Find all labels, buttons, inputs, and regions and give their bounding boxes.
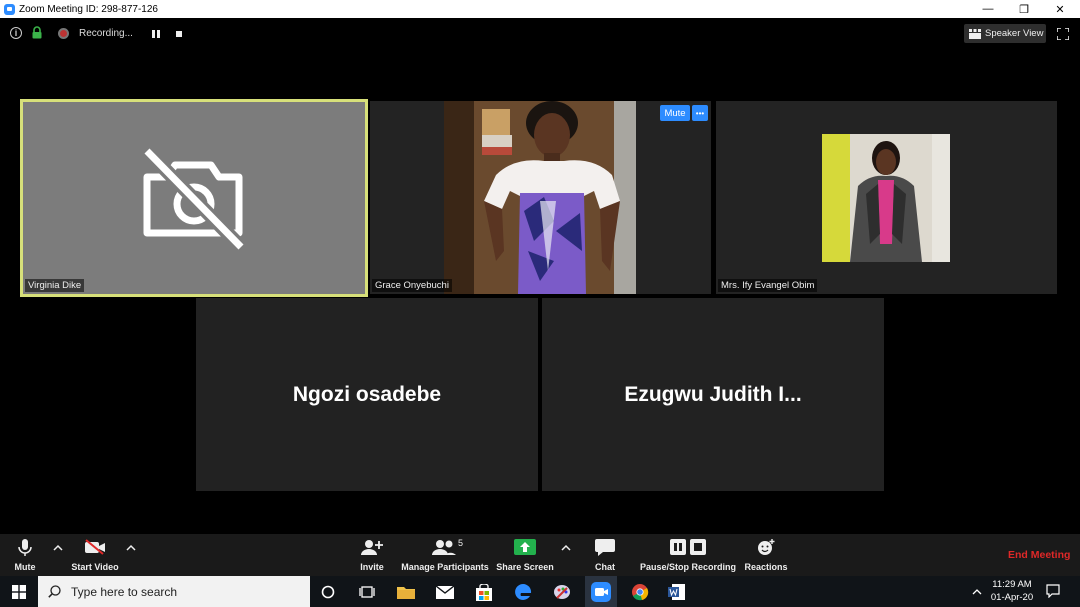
- zoom-logo-icon: [4, 3, 15, 15]
- window-title: Zoom Meeting ID: 298-877-126: [19, 3, 158, 15]
- chat-button[interactable]: Chat: [588, 534, 622, 576]
- participant-tile[interactable]: Mrs. Ify Evangel Obim: [716, 101, 1057, 294]
- cortana-icon[interactable]: [316, 580, 340, 604]
- participant-video: [822, 134, 950, 262]
- participant-name: Ngozi osadebe: [292, 382, 442, 406]
- participant-count: 5: [458, 538, 464, 548]
- meeting-top-bar: i Recording... Speaker View: [0, 18, 1080, 48]
- store-icon[interactable]: [472, 580, 496, 604]
- meeting-controls: Mute Start Video Invite 5 Manage Partici…: [0, 534, 1080, 576]
- paint-icon[interactable]: [550, 580, 574, 604]
- participant-tile[interactable]: Ezugwu Judith I...: [542, 298, 884, 491]
- file-explorer-icon[interactable]: [394, 580, 418, 604]
- share-screen-icon: [514, 539, 536, 555]
- recording-status: Recording...: [79, 28, 133, 39]
- participant-tile[interactable]: Mute ••• Grace Onyebuchi: [370, 101, 711, 294]
- clock-date: 01-Apr-20: [990, 592, 1034, 603]
- participant-name: Grace Onyebuchi: [372, 279, 452, 292]
- close-button[interactable]: ✕: [1042, 0, 1078, 18]
- word-icon[interactable]: [665, 580, 689, 604]
- zoom-window: Zoom Meeting ID: 298-877-126 — ❐ ✕ i Rec…: [0, 0, 1080, 607]
- mute-participant-button[interactable]: Mute: [660, 105, 690, 121]
- share-screen-label: Share Screen: [496, 562, 554, 572]
- minimize-button[interactable]: —: [970, 0, 1006, 18]
- speaker-view-icon: [969, 28, 981, 39]
- share-screen-button[interactable]: Share Screen: [496, 534, 554, 576]
- participants-icon: [432, 540, 456, 555]
- start-video-button[interactable]: Start Video: [66, 534, 124, 576]
- title-bar: Zoom Meeting ID: 298-877-126 — ❐ ✕: [0, 0, 1080, 18]
- taskbar-clock[interactable]: 11:29 AM 01-Apr-20: [988, 578, 1036, 604]
- video-options-caret-icon[interactable]: [126, 544, 136, 552]
- participant-name: Virginia Dike: [25, 279, 85, 292]
- share-options-caret-icon[interactable]: [561, 544, 571, 552]
- mute-label: Mute: [14, 562, 36, 572]
- taskbar-search-input[interactable]: Type here to search: [38, 576, 310, 607]
- fullscreen-icon[interactable]: [1057, 28, 1069, 40]
- recording-dot-icon: [58, 28, 69, 39]
- chat-bubble-icon: [595, 539, 615, 556]
- encryption-lock-icon[interactable]: [32, 26, 42, 39]
- meeting-info-icon[interactable]: i: [10, 27, 22, 39]
- windows-taskbar: Type here to search 11:29 AM 01-Apr-20: [0, 576, 1080, 607]
- end-meeting-button[interactable]: End Meeting: [1008, 549, 1070, 561]
- search-icon: [48, 585, 61, 598]
- search-placeholder: Type here to search: [71, 584, 178, 599]
- smiley-plus-icon: [758, 539, 775, 555]
- video-off-icon: [85, 539, 105, 555]
- task-view-icon[interactable]: [355, 580, 379, 604]
- restore-button[interactable]: ❐: [1006, 0, 1042, 18]
- zoom-taskbar-icon[interactable]: [585, 576, 617, 607]
- stop-recording-icon[interactable]: [176, 31, 182, 37]
- pause-stop-recording-icon: [670, 539, 706, 555]
- video-off-icon: [141, 147, 247, 251]
- mute-button[interactable]: Mute: [6, 534, 44, 576]
- manage-participants-button[interactable]: 5 Manage Participants: [400, 534, 490, 576]
- participant-tile[interactable]: Virginia Dike: [20, 99, 368, 297]
- clock-time: 11:29 AM: [992, 579, 1032, 590]
- start-video-label: Start Video: [71, 562, 119, 572]
- audio-options-caret-icon[interactable]: [53, 544, 63, 552]
- invite-button[interactable]: Invite: [355, 534, 389, 576]
- participant-tile[interactable]: Ngozi osadebe: [196, 298, 538, 491]
- chat-label: Chat: [595, 562, 615, 572]
- start-button[interactable]: [0, 576, 38, 607]
- participant-video: [444, 101, 636, 294]
- more-options-button[interactable]: •••: [692, 105, 708, 121]
- reactions-button[interactable]: Reactions: [742, 534, 790, 576]
- invite-label: Invite: [360, 562, 384, 572]
- speaker-view-label: Speaker View: [985, 28, 1044, 39]
- pause-stop-recording-button[interactable]: Pause/Stop Recording: [638, 534, 738, 576]
- microphone-icon: [18, 539, 32, 556]
- reactions-label: Reactions: [744, 562, 788, 572]
- participant-name: Ezugwu Judith I...: [624, 382, 802, 406]
- notifications-icon[interactable]: [1046, 584, 1060, 598]
- show-hidden-icons-caret-icon[interactable]: [972, 588, 982, 596]
- participant-name: Mrs. Ify Evangel Obim: [718, 279, 818, 292]
- edge-icon[interactable]: [511, 580, 535, 604]
- mail-icon[interactable]: [433, 580, 457, 604]
- windows-logo-icon: [12, 584, 26, 599]
- pause-recording-icon[interactable]: [152, 30, 161, 38]
- chrome-icon[interactable]: [628, 580, 652, 604]
- pause-stop-recording-label: Pause/Stop Recording: [639, 562, 737, 572]
- speaker-view-button[interactable]: Speaker View: [964, 24, 1046, 43]
- add-user-icon: [361, 540, 383, 555]
- manage-participants-label: Manage Participants: [401, 562, 489, 572]
